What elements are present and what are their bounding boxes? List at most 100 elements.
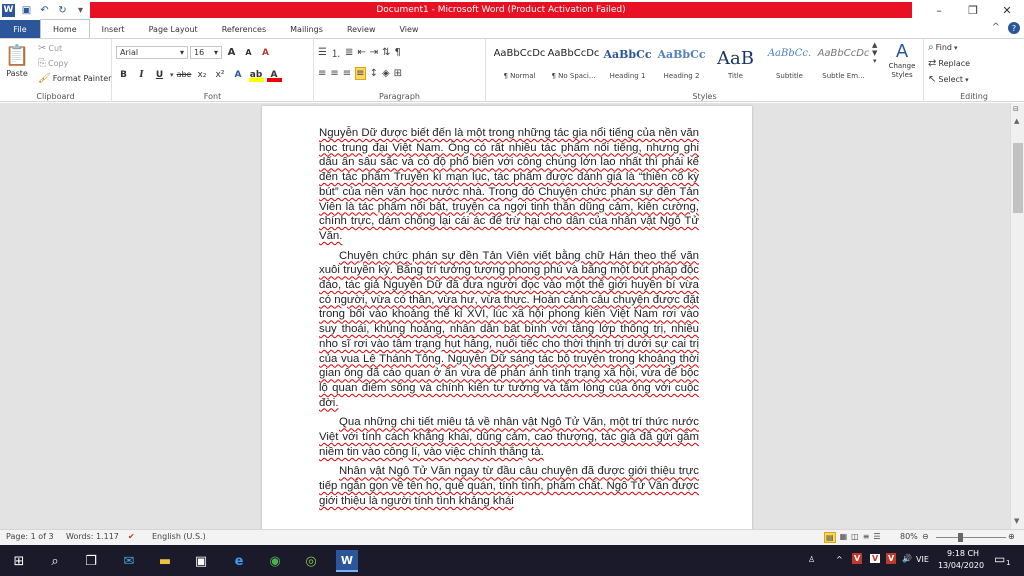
save-icon[interactable]: ▣ [20,4,33,17]
sort-icon[interactable]: ⇅ [382,47,390,58]
increase-indent-icon[interactable]: ⇥ [370,47,378,58]
word-logo-icon[interactable]: W [2,3,15,17]
paste-button[interactable]: 📋 Paste [4,42,30,78]
bold-button[interactable]: B [116,67,131,82]
text-effects-icon[interactable]: A [231,67,246,82]
numbering-icon[interactable]: ⒈ [331,45,341,60]
decrease-indent-icon[interactable]: ⇤ [357,47,365,58]
minimize-ribbon-icon[interactable]: ^ [992,22,1000,34]
tab-insert[interactable]: Insert [90,20,137,38]
language[interactable]: English (U.S.) [152,532,206,541]
close-button[interactable]: ✕ [990,0,1024,20]
redo-icon[interactable]: ↻ [56,4,69,17]
show-hidden-icons[interactable]: ^ [836,555,843,564]
customize-icon[interactable]: ▾ [74,4,87,17]
style-title[interactable]: AaB Title [708,42,763,84]
tab-view[interactable]: View [387,20,430,38]
style-heading-1[interactable]: AaBbCc Heading 1 [600,42,655,84]
cut-button[interactable]: ✂ Cut [38,43,62,54]
grow-font-button[interactable]: A [224,45,239,60]
select-button[interactable]: ↖ Select ▾ [928,74,969,85]
paragraph[interactable]: Qua những chi tiết miêu tả về nhân vật N… [319,415,699,459]
tab-mailings[interactable]: Mailings [278,20,335,38]
change-styles-button[interactable]: A Change Styles [882,41,922,80]
tab-page-layout[interactable]: Page Layout [137,20,210,38]
vertical-scrollbar[interactable]: ⊟ ▲ ▼ [1010,103,1024,529]
tab-file[interactable]: File [0,20,40,38]
italic-button[interactable]: I [134,67,149,82]
chrome-icon[interactable]: ◉ [264,550,286,572]
copy-button[interactable]: ⎘ Copy [38,58,68,69]
underline-button[interactable]: U [152,67,167,82]
outline-icon[interactable]: ≡ [863,532,870,543]
bullets-icon[interactable]: ☰ [318,47,327,58]
align-right-icon[interactable]: ≡ [343,68,351,79]
minimize-button[interactable]: – [922,0,956,20]
document-text[interactable]: Nguyễn Dữ được biết đến là một trong nhữ… [319,126,699,514]
clock-date[interactable]: 13/04/2020 [936,561,986,570]
paragraph[interactable]: Nguyễn Dữ được biết đến là một trong nhữ… [319,126,699,244]
zoom-slider-thumb[interactable] [958,533,963,542]
draft-icon[interactable]: ☰ [873,532,880,543]
subscript-button[interactable]: x₂ [195,67,210,82]
clock-time[interactable]: 9:18 CH [940,549,986,558]
style-subtitle[interactable]: AaBbCc. Subtitle [762,42,817,84]
paragraph[interactable]: Chuyện chức phán sự đền Tản Viên viết bằ… [319,249,699,411]
document-page[interactable]: Nguyễn Dữ được biết đến là một trong nhữ… [262,106,752,536]
windows-start-icon[interactable]: ⊞ [8,550,30,572]
zoom-slider[interactable] [936,537,1006,538]
replace-button[interactable]: ⇄ Replace [928,58,970,69]
help-icon[interactable]: ? [1008,22,1020,34]
edge-icon[interactable]: e [228,550,250,572]
vietkey-icon[interactable]: V [886,553,897,564]
unikey-icon[interactable]: V [852,553,863,564]
clear-format-button[interactable]: A [258,45,273,60]
file-explorer-icon[interactable]: ▬ [154,550,176,572]
more-styles-icon[interactable]: ▾ [873,57,877,65]
style-heading-2[interactable]: AaBbCc Heading 2 [654,42,709,84]
store-icon[interactable]: ▣ [190,550,212,572]
shading-icon[interactable]: ◈ [382,68,390,79]
people-icon[interactable]: ♙ [808,555,815,564]
search-icon[interactable]: ⌕ [44,550,66,572]
line-spacing-icon[interactable]: ↕ [370,68,378,79]
multilevel-list-icon[interactable]: ≣ [345,47,353,58]
mail-icon[interactable]: ✉ [118,550,140,572]
undo-icon[interactable]: ↶ [38,4,51,17]
restore-button[interactable]: ❐ [956,0,990,20]
font-name-box[interactable]: Arial ▾ [116,46,188,59]
zoom-level[interactable]: 80% [900,532,918,541]
tab-review[interactable]: Review [335,20,388,38]
scrollbar-thumb[interactable] [1013,143,1023,213]
language-indicator[interactable]: VIE [916,555,929,564]
style-no-spacing[interactable]: AaBbCcDc ¶ No Spaci... [546,42,601,84]
style-normal[interactable]: AaBbCcDc ¶ Normal [492,42,547,84]
tab-references[interactable]: References [210,20,278,38]
show-marks-icon[interactable]: ¶ [395,47,401,58]
scroll-down-icon[interactable]: ▼ [1014,517,1019,525]
proofing-icon[interactable]: ✔ [128,532,135,541]
align-left-icon[interactable]: ≡ [318,68,326,79]
paragraph[interactable]: Nhân vật Ngô Tử Văn ngay từ đầu câu chuy… [319,464,699,508]
zoom-out-icon[interactable]: ⊖ [922,532,929,541]
dropdown-icon[interactable]: ▾ [170,71,174,79]
scroll-up-icon[interactable]: ▲ [1014,117,1019,125]
format-painter-button[interactable]: 🖌 Format Painter [38,73,111,84]
unikey-tray-icon[interactable]: V [870,554,881,563]
superscript-button[interactable]: x² [213,67,228,82]
scroll-up-icon[interactable]: ▲ [872,41,877,49]
task-view-icon[interactable]: ❐ [80,550,102,572]
find-button[interactable]: ⌕ Find ▾ [928,42,958,53]
coccoc-icon[interactable]: ◎ [300,550,322,572]
style-subtle-emphasis[interactable]: AaBbCcDc Subtle Em... [816,42,871,84]
borders-icon[interactable]: ⊞ [394,68,402,79]
web-layout-icon[interactable]: ◫ [851,532,859,543]
ruler-toggle-icon[interactable]: ⊟ [1013,105,1019,113]
word-count[interactable]: Words: 1.117 [66,532,119,541]
font-size-box[interactable]: 16 ▾ [190,46,222,59]
full-screen-icon[interactable]: ▦ [840,532,848,543]
zoom-in-icon[interactable]: ⊕ [1008,532,1015,541]
font-color-icon[interactable]: A [266,67,282,82]
strikethrough-button[interactable]: abe [177,67,192,82]
align-center-icon[interactable]: ≡ [330,68,338,79]
